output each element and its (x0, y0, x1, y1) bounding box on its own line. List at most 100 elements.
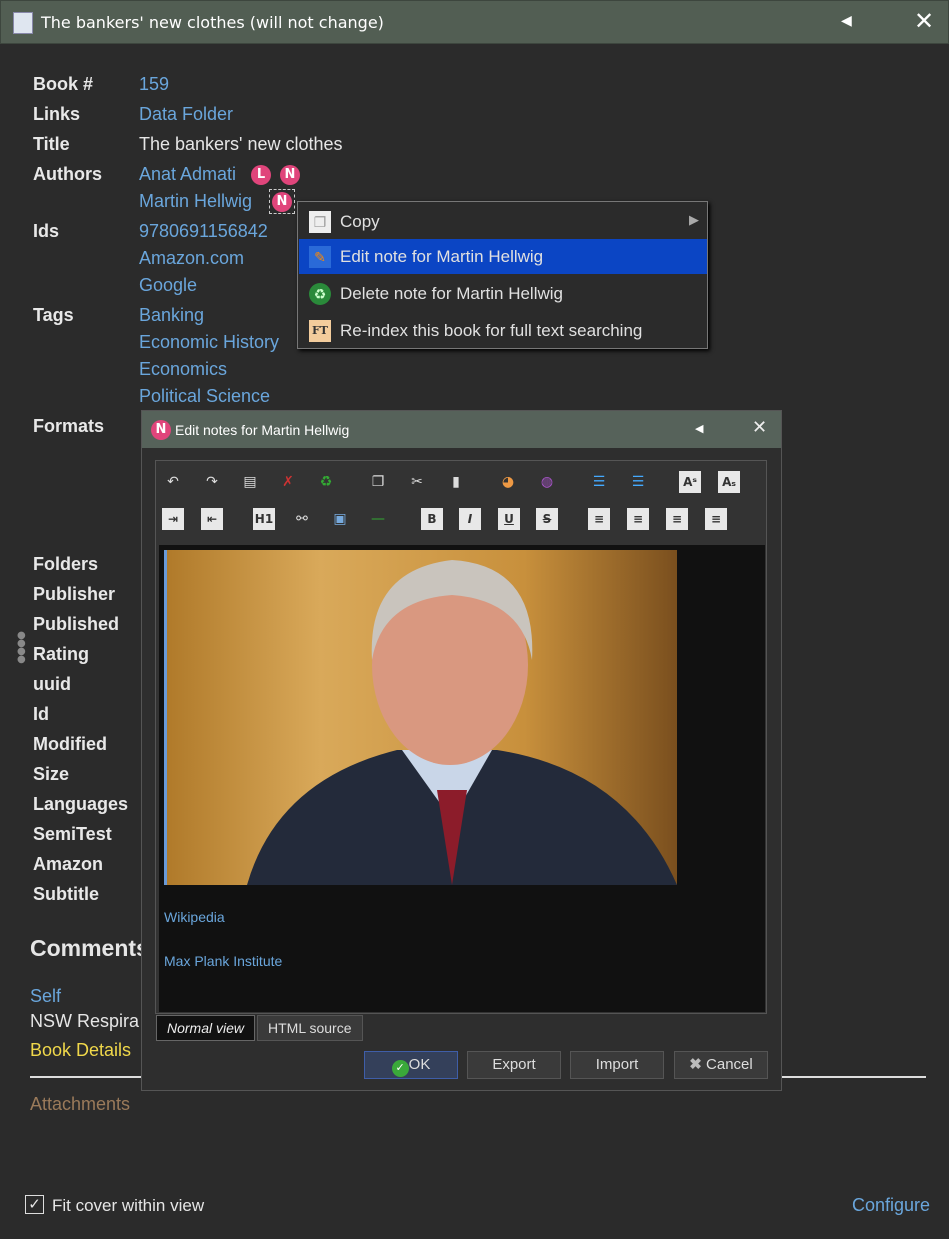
label-formats: Formats (33, 416, 105, 436)
author-link[interactable]: Martin Hellwig (139, 191, 252, 212)
unordered-list-icon[interactable]: ☰ (627, 471, 649, 493)
wikipedia-link[interactable]: Wikipedia (164, 909, 225, 925)
horizontal-rule-icon[interactable]: — (367, 508, 389, 530)
cut-icon[interactable]: ✂ (406, 471, 428, 493)
dialog-title: Edit notes for Martin Hellwig (175, 422, 350, 438)
clear-icon[interactable]: ✗ (277, 471, 299, 493)
max-plank-link[interactable]: Max Plank Institute (164, 953, 282, 969)
link-icon[interactable]: ⚯ (291, 508, 313, 530)
collapse-icon[interactable]: ◀ (841, 13, 852, 29)
link-data-folder[interactable]: Data Folder (139, 104, 233, 125)
redo-icon[interactable]: ↷ (201, 471, 223, 493)
label-subtitle: Subtitle (33, 884, 99, 904)
dialog-title-bar: N Edit notes for Martin Hellwig ◀ ✕ (142, 411, 781, 448)
undo-icon[interactable]: ↶ (162, 471, 184, 493)
tag-link[interactable]: Economic History (139, 332, 279, 353)
recycle-icon: ♻ (309, 283, 331, 305)
recycle-icon[interactable]: ♻ (315, 471, 337, 493)
menu-item-delete-note[interactable]: ♻ Delete note for Martin Hellwig (299, 276, 707, 311)
author-link[interactable]: Anat Admati (139, 164, 236, 185)
label-id: Id (33, 704, 49, 724)
label-links: Links (33, 104, 81, 124)
menu-item-edit-note[interactable]: ✎ Edit note for Martin Hellwig (299, 239, 707, 274)
label-rating: Rating (33, 644, 89, 664)
portrait-figure (247, 560, 677, 885)
superscript-icon[interactable]: Aˢ (679, 471, 701, 493)
label-tags: Tags (33, 305, 74, 325)
import-button[interactable]: Import (570, 1051, 664, 1079)
subscript-icon[interactable]: Aₛ (718, 471, 740, 493)
label-uuid: uuid (33, 674, 71, 694)
configure-link[interactable]: Configure (852, 1195, 930, 1216)
close-icon[interactable]: ✕ (752, 417, 767, 438)
menu-item-copy[interactable]: ❐ Copy ▶ (299, 204, 707, 239)
label-ids: Ids (33, 221, 60, 241)
note-badge-icon[interactable]: N (272, 192, 292, 212)
cancel-button[interactable]: ✖ Cancel (674, 1051, 768, 1079)
label-book-num: Book # (33, 74, 94, 94)
indent-icon[interactable]: ⇥ (162, 508, 184, 530)
ok-button[interactable]: ✓ OK (364, 1051, 458, 1079)
copy-icon[interactable]: ❐ (367, 471, 389, 493)
note-badge-icon[interactable]: N (280, 165, 300, 185)
book-num-value[interactable]: 159 (139, 74, 169, 95)
label-authors: Authors (33, 164, 102, 184)
export-button[interactable]: Export (467, 1051, 561, 1079)
label-size: Size (33, 764, 70, 784)
italic-icon[interactable]: I (459, 508, 481, 530)
strikethrough-icon[interactable]: S (536, 508, 558, 530)
title-value: The bankers' new clothes (139, 134, 343, 154)
label-published: Published (33, 614, 120, 634)
id-link[interactable]: 9780691156842 (139, 221, 268, 242)
underline-icon[interactable]: U (498, 508, 520, 530)
justify-icon[interactable]: ≡ (705, 508, 727, 530)
editor-content[interactable]: Wikipedia Max Plank Institute (159, 545, 765, 1012)
tab-normal-view[interactable]: Normal view (156, 1015, 256, 1041)
submenu-arrow-icon: ▶ (689, 212, 699, 227)
tag-link[interactable]: Political Science (139, 386, 270, 407)
comment-text: NSW Respira (30, 1011, 140, 1031)
background-color-icon[interactable]: ◕ (497, 471, 519, 493)
fit-cover-checkbox[interactable]: ✓ (25, 1195, 44, 1214)
outdent-icon[interactable]: ⇤ (201, 508, 223, 530)
full-text-icon: FT (309, 320, 331, 342)
align-left-icon[interactable]: ≡ (588, 508, 610, 530)
collapse-icon[interactable]: ◀ (695, 422, 703, 435)
window-title: The bankers' new clothes (will not chang… (41, 13, 384, 32)
library-badge-icon[interactable]: L (251, 165, 271, 185)
splitter-handle[interactable]: ● ● ● ● (17, 631, 26, 665)
edit-note-icon: ✎ (309, 246, 331, 268)
align-center-icon[interactable]: ≡ (627, 508, 649, 530)
tab-html-source[interactable]: HTML source (257, 1015, 363, 1041)
image-icon[interactable]: ▣ (329, 508, 351, 530)
label-amazon: Amazon (33, 854, 104, 874)
ok-check-icon: ✓ (391, 1060, 409, 1077)
fit-cover-label: Fit cover within view (52, 1196, 205, 1215)
menu-item-reindex[interactable]: FT Re-index this book for full text sear… (299, 313, 707, 348)
editor: Wikipedia Max Plank Institute ↶ ↷ ▤ ✗ ♻ ❐ ✂ ▮ ◕ ◍… (155, 460, 767, 1014)
foreground-color-icon[interactable]: ◍ (536, 471, 558, 493)
ordered-list-icon[interactable]: ☰ (588, 471, 610, 493)
self-link[interactable]: Self (30, 986, 61, 1007)
id-link[interactable]: Google (139, 275, 197, 296)
cancel-x-icon: ✖ (689, 1056, 702, 1073)
align-right-icon[interactable]: ≡ (666, 508, 688, 530)
label-modified: Modified (33, 734, 107, 754)
comments-heading: Comments (30, 935, 149, 961)
label-title: Title (33, 134, 70, 154)
close-icon[interactable]: ✕ (914, 7, 934, 35)
select-all-icon[interactable]: ▤ (239, 471, 261, 493)
app-icon (13, 12, 33, 34)
label-semitest: SemiTest (33, 824, 112, 844)
tag-link[interactable]: Banking (139, 305, 204, 326)
bold-icon[interactable]: B (421, 508, 443, 530)
context-menu: ❐ Copy ▶ ✎ Edit note for Martin Hellwig … (297, 201, 708, 349)
tag-link[interactable]: Economics (139, 359, 227, 380)
label-publisher: Publisher (33, 584, 116, 604)
copy-icon: ❐ (309, 211, 331, 233)
paste-icon[interactable]: ▮ (445, 471, 467, 493)
heading-icon[interactable]: H1 (253, 508, 275, 530)
id-link[interactable]: Amazon.com (139, 248, 244, 269)
label-folders: Folders (33, 554, 99, 574)
portrait-image (164, 550, 677, 885)
